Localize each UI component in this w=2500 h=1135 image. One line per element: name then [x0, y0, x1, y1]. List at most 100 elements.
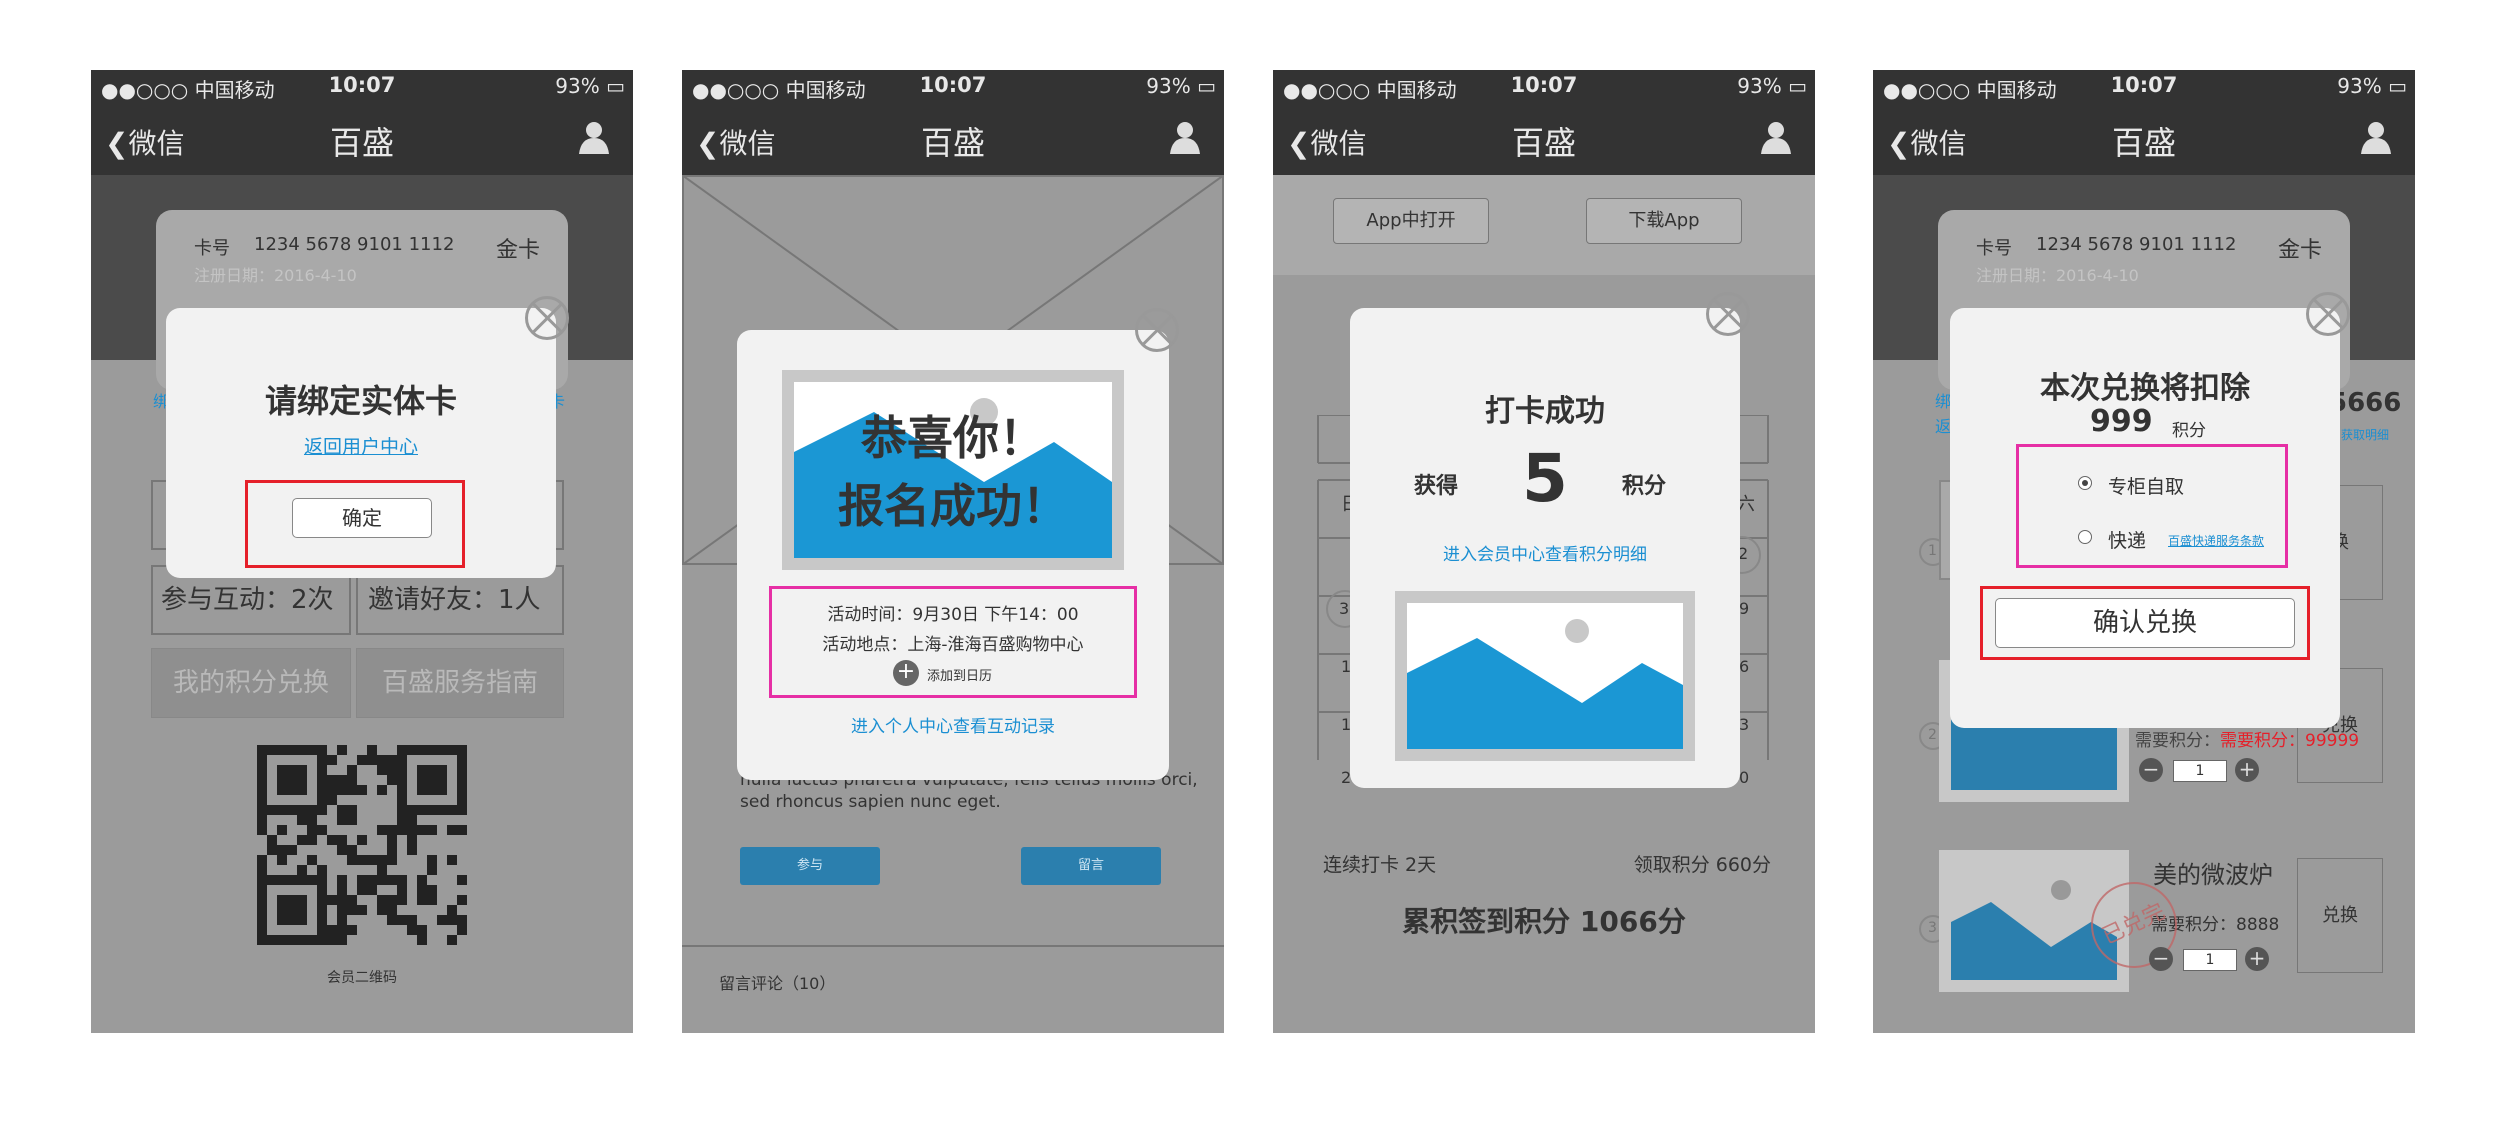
- express-terms-link[interactable]: 百盛快递服务条款: [2168, 532, 2264, 549]
- checkin-success-dialog: 打卡成功 获得 5 积分 进入会员中心查看积分明细: [1350, 308, 1740, 788]
- close-icon[interactable]: [1135, 308, 1179, 352]
- status-bar: ●●○○○ 中国移动 10:07 93% ▭: [91, 70, 633, 102]
- headline-registered: 报名成功！: [838, 479, 1068, 533]
- cal-day[interactable]: 3: [1739, 715, 1749, 734]
- screen-bind-card: ●●○○○ 中国移动 10:07 93% ▭ ❮微信 百盛 卡号 1234 56…: [91, 70, 633, 1033]
- quantity-stepper[interactable]: 1: [2183, 949, 2237, 971]
- card-number: 1234 5678 9101 1112: [254, 234, 455, 255]
- event-place: 活动地点：上海-淮海百盛购物中心: [822, 635, 1084, 655]
- dialog-title: 请绑定实体卡: [264, 382, 457, 420]
- item-number: 2: [1928, 727, 1937, 743]
- close-icon[interactable]: [2306, 292, 2350, 336]
- dialog-title: 打卡成功: [1485, 394, 1605, 429]
- register-date: 注册日期：2016-4-10: [1976, 266, 2139, 285]
- service-guide-button[interactable]: 百盛服务指南: [356, 648, 564, 718]
- screen-register-success: ●●○○○ 中国移动 10:07 93% ▭ ❮微信 百盛 nulla luct…: [682, 70, 1224, 1033]
- close-icon[interactable]: [1706, 292, 1750, 336]
- plus-icon[interactable]: +: [2235, 758, 2259, 782]
- dialog-title: 本次兑换将扣除: [2040, 371, 2250, 406]
- headline-congrats: 恭喜你！: [861, 411, 1045, 465]
- battery-level: 93% ▭: [2337, 74, 2407, 98]
- event-time: 活动时间：9月30日 下午14：00: [827, 605, 1079, 625]
- status-time: 10:07: [919, 73, 987, 97]
- exchange-button[interactable]: 兑换: [2297, 858, 2383, 973]
- nav-bar: ❮微信 百盛: [1873, 102, 2415, 175]
- cal-day[interactable]: 3: [1339, 599, 1349, 618]
- status-time: 10:07: [2110, 73, 2178, 97]
- points-detail-link[interactable]: 进入会员中心查看积分明细: [1350, 540, 1740, 565]
- register-date: 注册日期：2016-4-10: [194, 266, 357, 285]
- status-time: 10:07: [328, 73, 396, 97]
- card-level: 金卡: [495, 238, 540, 263]
- cal-day[interactable]: 0: [1739, 768, 1749, 787]
- nav-bar: ❮微信 百盛: [682, 102, 1224, 175]
- item-name: 美的微波炉: [2153, 861, 2273, 889]
- add-calendar-icon[interactable]: +: [893, 660, 919, 686]
- plus-icon[interactable]: +: [2245, 947, 2269, 971]
- self-pickup-radio[interactable]: [2078, 476, 2092, 490]
- screen-checkin-success: ●●○○○ 中国移动 10:07 93% ▭ ❮微信 百盛 App中打开 下载A…: [1273, 70, 1815, 1033]
- nav-bar: ❮微信 百盛: [91, 102, 633, 175]
- add-calendar-label[interactable]: 添加到日历: [927, 665, 992, 684]
- battery-level: 93% ▭: [1737, 74, 1807, 98]
- user-icon[interactable]: [1168, 120, 1202, 154]
- item-number: 1: [1928, 543, 1937, 559]
- confirm-button[interactable]: 确定: [292, 498, 432, 538]
- total-checkin-points: 累积签到积分 1066分: [1402, 905, 1686, 938]
- join-button[interactable]: 参与: [740, 847, 880, 885]
- image-placeholder-icon: [1407, 619, 1683, 749]
- interaction-record-link[interactable]: 进入个人中心查看互动记录: [737, 712, 1169, 737]
- bg-bind-text: 绑: [1935, 392, 1952, 411]
- delivery-options-box: [2016, 444, 2288, 568]
- confirm-exchange-button[interactable]: 确认兑换: [1995, 598, 2295, 648]
- page-title: 百盛: [2111, 124, 2176, 162]
- page-title: 百盛: [329, 124, 394, 162]
- minus-icon[interactable]: −: [2149, 947, 2173, 971]
- success-image: [1395, 591, 1695, 761]
- comment-button[interactable]: 留言: [1021, 847, 1161, 885]
- screen-points-exchange: ●●○○○ 中国移动 10:07 93% ▭ ❮微信 百盛 卡号 1234 56…: [1873, 70, 2415, 1033]
- close-icon[interactable]: [525, 296, 569, 340]
- nav-bar: ❮微信 百盛: [1273, 102, 1815, 175]
- page-title: 百盛: [1511, 124, 1576, 162]
- battery-level: 93% ▭: [1146, 74, 1216, 98]
- self-pickup-label[interactable]: 专柜自取: [2108, 472, 2184, 499]
- status-bar: ●●○○○ 中国移动 10:07 93% ▭: [1873, 70, 2415, 102]
- cal-day[interactable]: 6: [1739, 657, 1749, 676]
- express-radio[interactable]: [2078, 530, 2092, 544]
- exchange-confirm-dialog: 本次兑换将扣除 999 积分 专柜自取 快递 百盛快递服务条款 确认兑换: [1950, 308, 2340, 728]
- open-in-app-button[interactable]: App中打开: [1333, 198, 1489, 244]
- status-bar: ●●○○○ 中国移动 10:07 93% ▭: [1273, 70, 1815, 102]
- status-bar: ●●○○○ 中国移动 10:07 93% ▭: [682, 70, 1224, 102]
- minus-icon[interactable]: −: [2139, 758, 2163, 782]
- comments-count[interactable]: 留言评论（10）: [719, 970, 835, 994]
- body-text-line2: sed rhoncus sapien nunc eget.: [740, 792, 1001, 812]
- card-number-label: 卡号: [1976, 238, 2012, 259]
- status-time: 10:07: [1510, 73, 1578, 97]
- claimed-points: 领取积分 660分: [1633, 854, 1771, 876]
- user-icon[interactable]: [1759, 120, 1793, 154]
- card-number-label: 卡号: [194, 238, 230, 259]
- return-user-center-link[interactable]: 返回用户中心: [166, 432, 556, 459]
- checkin-streak: 连续打卡 2天: [1323, 854, 1437, 876]
- deduct-unit: 积分: [2172, 421, 2206, 441]
- download-app-button[interactable]: 下载App: [1586, 198, 1742, 244]
- bind-card-dialog: 请绑定实体卡 返回用户中心 确定: [166, 308, 556, 578]
- user-icon[interactable]: [577, 120, 611, 154]
- points-detail-link[interactable]: 获取明细: [2341, 426, 2389, 443]
- register-success-dialog: 恭喜你！ 报名成功！ 活动时间：9月30日 下午14：00 活动地点：上海-淮海…: [737, 330, 1169, 780]
- divider: [682, 945, 1224, 947]
- points-exchange-button[interactable]: 我的积分兑换: [151, 648, 351, 718]
- battery-level: 93% ▭: [555, 74, 625, 98]
- item-number: 3: [1928, 920, 1937, 936]
- page-title: 百盛: [920, 124, 985, 162]
- express-label[interactable]: 快递: [2108, 526, 2146, 553]
- deduct-amount: 999: [2090, 404, 2153, 439]
- quantity-stepper[interactable]: 1: [2173, 760, 2227, 782]
- user-icon[interactable]: [2359, 120, 2393, 154]
- success-image: 恭喜你！ 报名成功！: [782, 370, 1124, 570]
- member-qr-code: [257, 745, 467, 945]
- cal-day[interactable]: 9: [1739, 599, 1749, 618]
- earn-unit: 积分: [1622, 474, 1667, 499]
- earn-value: 5: [1522, 440, 1568, 517]
